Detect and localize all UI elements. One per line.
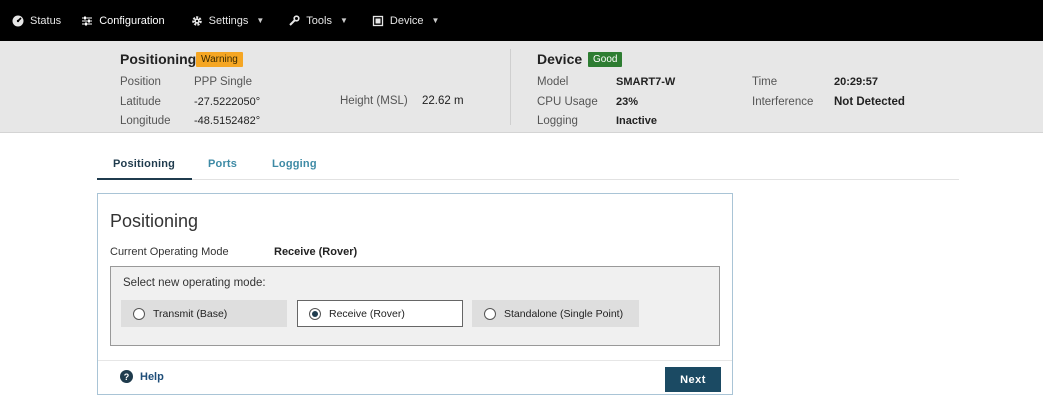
radio-icon [484,307,496,320]
longitude-value: -48.5152482° [194,115,261,127]
tab-logging[interactable]: Logging [272,150,317,180]
mode-select-box: Select new operating mode: Transmit (Bas… [110,266,720,346]
radio-checked-icon [309,307,321,320]
nav-configuration[interactable]: Configuration [71,0,174,41]
cpu-usage-value: 23% [616,96,639,108]
nav-status[interactable]: Status [0,0,71,41]
device-status-badge: Good [588,52,623,67]
nav-settings-label: Settings [208,14,249,27]
tab-positioning[interactable]: Positioning [97,150,192,180]
option-standalone[interactable]: Standalone (Single Point) [472,300,639,327]
tab-ports[interactable]: Ports [208,150,237,180]
nav-status-label: Status [30,14,62,27]
radio-icon [133,307,145,320]
nav-settings[interactable]: Settings ▼ [181,0,275,41]
wrench-icon [288,14,300,27]
chevron-down-icon: ▼ [339,16,348,25]
nav-device-label: Device [389,14,424,27]
interference-label: Interference [752,96,814,108]
nav-tools[interactable]: Tools ▼ [278,0,358,41]
help-link[interactable]: ? Help [120,370,164,383]
option-label: Standalone (Single Point) [504,307,624,320]
option-transmit-base[interactable]: Transmit (Base) [121,300,287,327]
position-value: PPP Single [194,76,252,88]
height-value: 22.62 m [422,95,464,107]
card-title: Positioning [110,211,199,231]
position-label: Position [120,76,161,88]
positioning-status-badge: Warning [196,52,243,67]
logging-value: Inactive [616,115,657,127]
gear-icon [191,15,203,27]
logging-label: Logging [537,115,578,127]
model-label: Model [537,76,569,88]
current-mode-value: Receive (Rover) [274,246,358,258]
interference-value: Not Detected [834,96,905,108]
device-title: Device [537,51,583,67]
dashboard-icon [12,15,24,27]
config-tabs: Positioning Ports Logging [97,150,959,180]
nav-configuration-label: Configuration [99,14,165,27]
panel-divider [510,49,511,125]
current-mode-label: Current Operating Mode [110,246,229,258]
latitude-label: Latitude [120,96,161,108]
chevron-down-icon: ▼ [256,16,265,25]
model-value: SMART7-W [616,76,676,88]
latitude-value: -27.5222050° [194,96,261,108]
mode-select-label: Select new operating mode: [123,277,266,289]
device-icon [372,15,384,27]
sliders-icon [81,15,93,27]
positioning-card: Positioning Current Operating Mode Recei… [97,193,733,395]
chevron-down-icon: ▼ [431,16,440,25]
positioning-title: Positioning [120,51,197,67]
time-label: Time [752,76,778,88]
cpu-usage-label: CPU Usage [537,96,598,108]
option-label: Receive (Rover) [329,307,405,320]
status-panel: Positioning Warning Position PPP Single … [0,41,1043,133]
time-value: 20:29:57 [834,76,879,88]
nav-device[interactable]: Device ▼ [362,0,450,41]
card-footer-divider [98,360,732,361]
help-label: Help [140,370,164,383]
option-label: Transmit (Base) [153,307,228,320]
help-icon: ? [120,370,133,383]
top-nav: Status Configuration Settings ▼ Tools ▼ … [0,0,1043,41]
height-label: Height (MSL) [340,95,408,107]
longitude-label: Longitude [120,115,171,127]
option-receive-rover[interactable]: Receive (Rover) [297,300,463,327]
next-button[interactable]: Next [665,367,721,392]
nav-tools-label: Tools [306,14,332,27]
